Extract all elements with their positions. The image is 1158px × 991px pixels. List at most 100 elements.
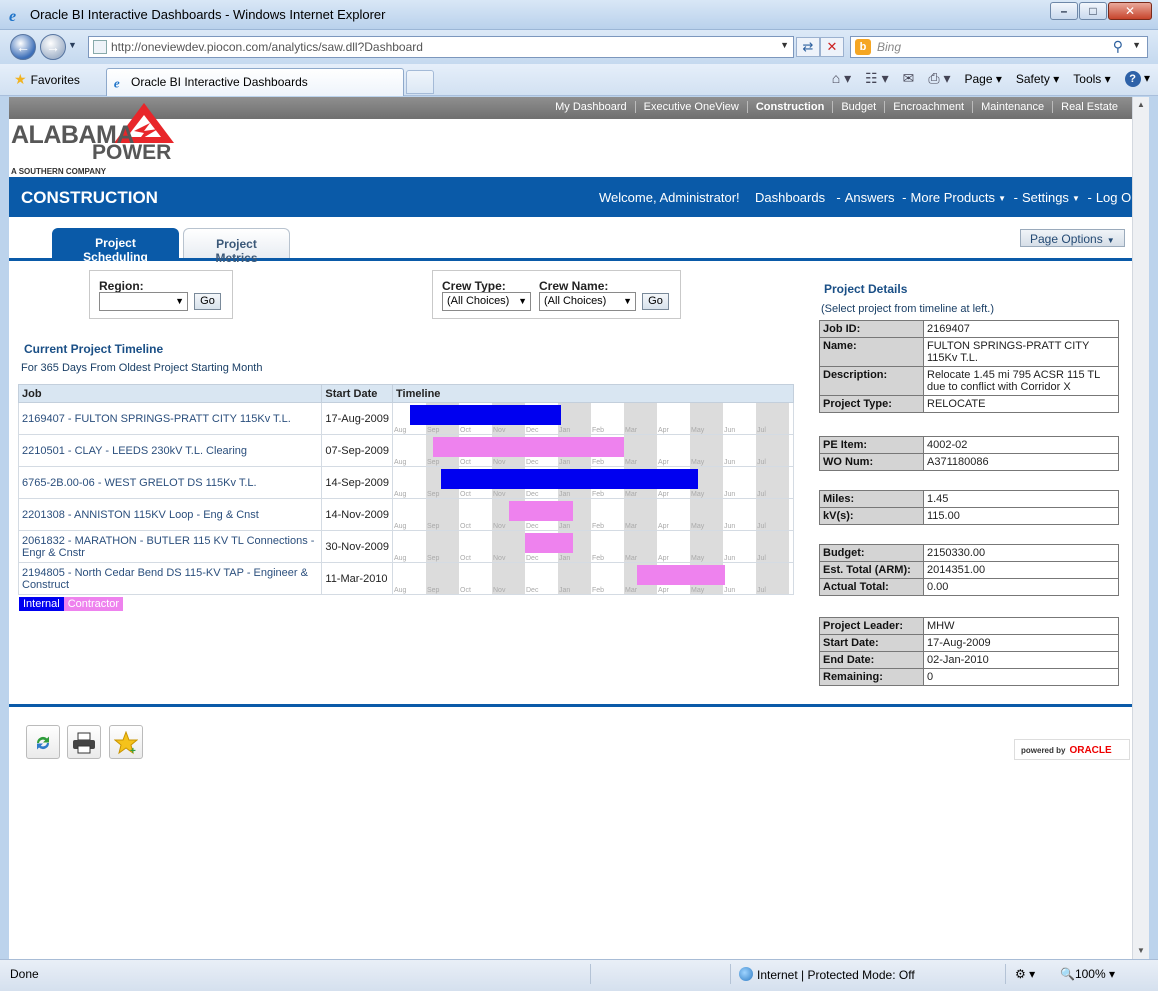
dashboard-nav-item[interactable]: Executive OneView [634,101,747,113]
dashboard-nav-item[interactable]: Maintenance [972,101,1052,113]
scroll-down-icon[interactable]: ▼ [1133,943,1149,959]
timeline-month: Sep [426,499,459,530]
job-link[interactable]: 2169407 - FULTON SPRINGS-PRATT CITY 115K… [17,402,323,435]
print-page-button[interactable] [67,725,101,759]
timeline-month: Dec [525,563,558,594]
detail-label: End Date: [819,651,924,669]
month-label: May [691,523,705,530]
month-label: May [691,459,705,466]
month-label: Apr [658,587,669,594]
crew-name-select[interactable]: (All Choices) ▼ [539,292,636,311]
search-icon[interactable]: ⚲ [1113,38,1123,55]
page-menu[interactable]: Page ▾ [964,72,1001,86]
job-link[interactable]: 2194805 - North Cedar Bend DS 115-KV TAP… [17,562,323,595]
timeline-bar-contractor[interactable] [637,565,725,585]
table-row[interactable]: 2169407 - FULTON SPRINGS-PRATT CITY 115K… [17,402,794,435]
help-menu[interactable]: ? ▾ [1124,70,1150,87]
dashboard-nav-item[interactable]: Encroachment [884,101,972,113]
month-label: Jul [757,523,766,530]
logout-link[interactable]: Log Out [1096,190,1132,205]
detail-value: 02-Jan-2010 [923,651,1119,669]
dashboards-link[interactable]: Dashboards [755,190,825,205]
scroll-up-icon[interactable]: ▲ [1133,97,1149,113]
month-label: May [691,491,705,498]
add-favorite-button[interactable]: + [109,725,143,759]
timeline-bar-contractor[interactable] [508,501,573,521]
refresh-button[interactable]: ⇄ [796,37,820,57]
timeline-month: Aug [393,531,426,562]
project-details-group: Job ID: 2169407 Name: FULTON SPRINGS-PRATT … [819,320,1119,413]
home-icon[interactable]: ⌂ ▾ [832,70,851,87]
tab-project-metrics[interactable]: Project Metrics [183,228,290,265]
region-select[interactable]: ▼ [99,292,188,311]
favorites-button[interactable]: ★ Favorites [14,71,80,88]
table-row[interactable]: 2210501 - CLAY - LEEDS 230kV T.L. Cleari… [17,434,794,467]
month-label: Apr [658,459,669,466]
table-row[interactable]: 6765-2B.00-06 - WEST GRELOT DS 115Kv T.L… [17,466,794,499]
detail-label: WO Num: [819,453,924,471]
detail-value: 4002-02 [923,436,1119,454]
table-row[interactable]: 2061832 - MARATHON - BUTLER 115 KV TL Co… [17,530,794,563]
protected-mode-icon[interactable]: ⚙ ▾ [1015,967,1035,981]
table-row[interactable]: 2194805 - North Cedar Bend DS 115-KV TAP… [17,562,794,595]
stop-button[interactable]: ✕ [820,37,844,57]
tools-menu[interactable]: Tools ▾ [1073,72,1110,86]
new-tab-button[interactable] [406,70,434,94]
timeline-bar-internal[interactable] [409,405,562,425]
dashboard-nav-item[interactable]: Construction [746,101,832,113]
page-options-button[interactable]: Page Options ▼ [1020,229,1125,247]
refresh-page-button[interactable] [26,725,60,759]
month-label: Dec [526,523,539,530]
dashboard-nav-item[interactable]: Real Estate [1052,101,1126,113]
month-label: Nov [493,427,506,434]
crew-go-button[interactable]: Go [642,293,669,310]
timeline-bar-contractor[interactable] [432,437,624,457]
detail-value: 17-Aug-2009 [923,634,1119,652]
job-link[interactable]: 6765-2B.00-06 - WEST GRELOT DS 115Kv T.L… [17,466,323,499]
address-input[interactable]: http://oneviewdev.piocon.com/analytics/s… [88,36,794,58]
address-dropdown-icon[interactable]: ▼ [780,40,789,50]
month-label: Apr [658,491,669,498]
safety-menu[interactable]: Safety ▾ [1016,72,1059,86]
job-link[interactable]: 2201308 - ANNISTON 115KV Loop - Eng & Cn… [17,498,323,531]
detail-value: A371180086 [923,453,1119,471]
dashboard-nav-item[interactable]: My Dashboard [547,101,635,113]
settings-menu[interactable]: Settings [1022,190,1069,205]
job-link[interactable]: 2061832 - MARATHON - BUTLER 115 KV TL Co… [17,530,323,563]
more-products-menu[interactable]: More Products [911,190,996,205]
browser-tab[interactable]: e Oracle BI Interactive Dashboards [106,68,404,96]
status-bar: Done Internet | Protected Mode: Off ⚙ ▾ … [0,959,1158,991]
back-button[interactable]: ← [10,34,36,60]
search-input[interactable]: b Bing ⚲ ▼ [850,36,1148,58]
feeds-icon[interactable]: ☷ ▾ [865,70,888,87]
detail-value: 115.00 [923,507,1119,525]
timeline-bar-internal[interactable] [440,469,699,489]
mail-icon[interactable]: ✉ [903,70,915,87]
print-icon[interactable]: ⎙ ▾ [928,70,950,87]
detail-row: Job ID: 2169407 [819,320,1119,338]
tab-project-scheduling[interactable]: Project Scheduling [52,228,179,264]
month-label: Jun [724,587,736,594]
detail-value: 2014351.00 [923,561,1119,579]
answers-link[interactable]: Answers [845,190,895,205]
region-go-button[interactable]: Go [194,293,221,310]
timeline-month: Jan [558,403,591,434]
security-zone: Internet | Protected Mode: Off [739,967,915,982]
timeline-bar-contractor[interactable] [525,533,573,553]
minimize-button[interactable]: – [1050,2,1078,20]
table-row[interactable]: 2201308 - ANNISTON 115KV Loop - Eng & Cn… [17,498,794,531]
status-text: Done [10,967,39,981]
maximize-button[interactable]: □ [1079,2,1107,20]
window-title-bar: e Oracle BI Interactive Dashboards - Win… [0,0,1158,30]
crew-type-select[interactable]: (All Choices) ▼ [442,292,531,311]
month-label: Oct [460,523,471,530]
history-dropdown-icon[interactable]: ▼ [68,40,77,50]
close-window-button[interactable]: ✕ [1108,2,1152,20]
search-dropdown-icon[interactable]: ▼ [1132,40,1141,50]
job-link[interactable]: 2210501 - CLAY - LEEDS 230kV T.L. Cleari… [17,434,323,467]
detail-label: Start Date: [819,634,924,652]
vertical-scrollbar[interactable]: ▲ ▼ [1132,97,1149,959]
forward-button[interactable]: → [40,34,66,60]
zoom-control[interactable]: 🔍100% ▾ [1060,967,1115,981]
dashboard-nav-item[interactable]: Budget [832,101,884,113]
